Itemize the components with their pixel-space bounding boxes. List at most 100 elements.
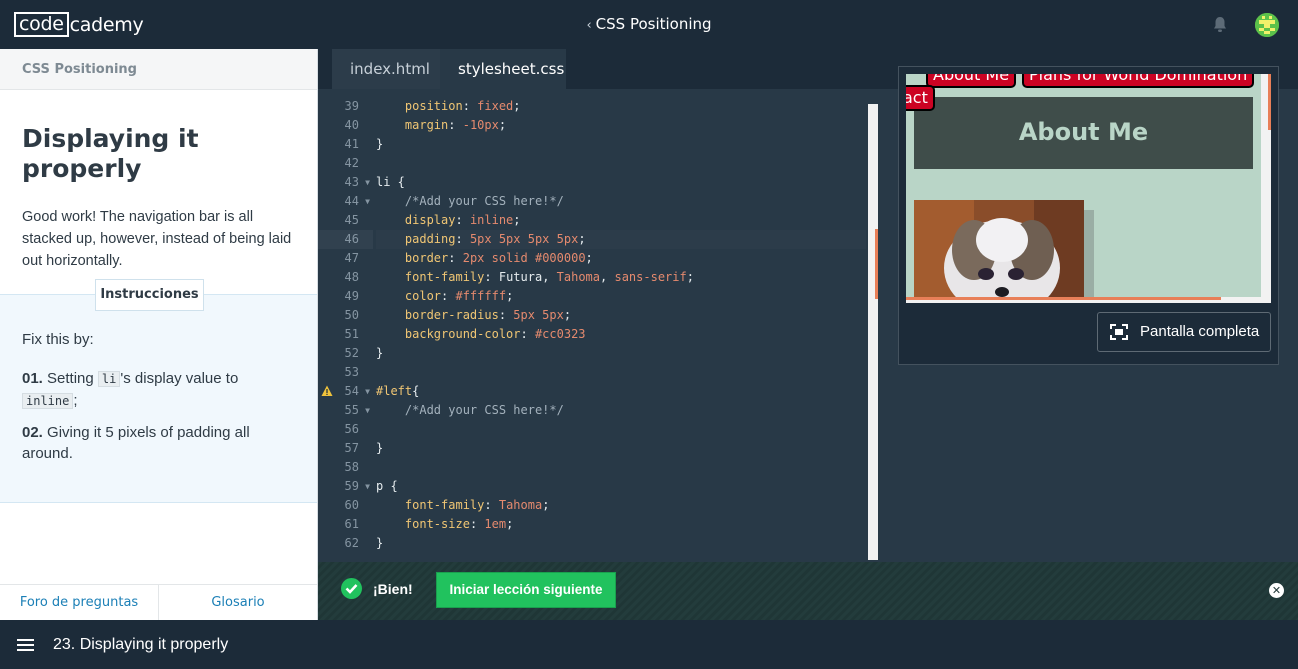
chevron-left-icon: ‹ (586, 18, 592, 33)
next-lesson-button[interactable]: Iniciar lección siguiente (436, 572, 616, 608)
avatar-icon (1255, 13, 1279, 37)
close-icon[interactable]: ✕ (1269, 583, 1284, 598)
breadcrumb[interactable]: ‹ CSS Positioning (0, 15, 1298, 33)
nav-item-contact[interactable]: act (906, 85, 935, 111)
code-line[interactable]: } (376, 135, 866, 154)
avatar[interactable] (1255, 13, 1279, 37)
preview-hscroll-thumb[interactable] (906, 297, 1221, 300)
line-number: 51 (344, 327, 359, 341)
nav-item-about-me[interactable]: About Me (926, 74, 1017, 88)
preview-page: About Me About Me Plans for World Domina… (906, 74, 1261, 302)
fullscreen-label: Pantalla completa (1140, 323, 1260, 340)
check-icon (341, 578, 362, 599)
step-text: 's display value to (120, 370, 239, 387)
fix-intro: Fix this by: (22, 331, 94, 348)
instruction-step-1: 01. Setting li's display value to inline… (22, 368, 295, 412)
line-number: 41 (344, 137, 359, 151)
code-line[interactable]: border-radius: 5px 5px; (376, 306, 866, 325)
lesson-panel: CSS Positioning Displaying it properly G… (0, 49, 318, 620)
preview-panel: About Me About Me Plans for World Domina… (898, 66, 1279, 365)
code-line[interactable]: font-family: Tahoma; (376, 496, 866, 515)
fold-arrow-icon[interactable]: ▼ (365, 192, 370, 211)
line-number: 42 (344, 156, 359, 170)
glossary-link[interactable]: Glosario (159, 585, 317, 620)
step-text: Setting (47, 370, 98, 387)
line-number: 59 ▼ (318, 477, 373, 496)
code-line[interactable] (376, 154, 866, 173)
fold-arrow-icon[interactable]: ▼ (365, 477, 370, 496)
code-line[interactable]: display: inline; (376, 211, 866, 230)
fold-arrow-icon[interactable]: ▼ (365, 401, 370, 420)
line-number: 57 (344, 441, 359, 455)
line-number: 45 (344, 213, 359, 227)
preview-scroll-thumb[interactable] (1268, 74, 1271, 130)
code-line[interactable] (376, 458, 866, 477)
success-bar: ¡Bien! Iniciar lección siguiente ✕ (318, 562, 1298, 620)
code-line[interactable]: margin: -10px; (376, 116, 866, 135)
code-line[interactable]: padding: 5px 5px 5px 5px; (376, 230, 866, 249)
tab-index-html[interactable]: index.html (332, 49, 440, 89)
line-number-label: 54 (344, 384, 359, 398)
line-number: 55 ▼ (318, 401, 373, 420)
code-line[interactable]: font-family: Futura, Tahoma, sans-serif; (376, 268, 866, 287)
lesson-title: Displaying it properly (22, 124, 199, 183)
line-number: 40 (344, 118, 359, 132)
code-line[interactable]: li { (376, 173, 866, 192)
forum-link[interactable]: Foro de preguntas (0, 585, 159, 620)
line-number: 49 (344, 289, 359, 303)
code-editor: index.html stylesheet.css 39 40 41 42 43… (318, 49, 1298, 562)
code-line[interactable]: } (376, 534, 866, 553)
line-number: 62 (344, 536, 359, 550)
code-line[interactable]: } (376, 439, 866, 458)
tab-stylesheet-css[interactable]: stylesheet.css (440, 49, 566, 89)
line-number: 50 (344, 308, 359, 322)
line-number: 61 (344, 517, 359, 531)
code-line[interactable]: position: fixed; (376, 97, 866, 116)
code-line[interactable]: font-size: 1em; (376, 515, 866, 534)
code-line[interactable]: } (376, 344, 866, 363)
instructions-tab[interactable]: Instrucciones (95, 279, 204, 311)
fold-arrow-icon[interactable]: ▼ (365, 382, 370, 401)
code-line[interactable] (376, 363, 866, 382)
line-number: 47 (344, 251, 359, 265)
line-number-label: 44 (344, 194, 359, 208)
line-number: 54 ▼ (318, 382, 373, 401)
hamburger-icon[interactable] (17, 639, 34, 651)
line-number-label: 43 (344, 175, 359, 189)
line-number: 56 (344, 422, 359, 436)
instruction-step-2: 02. Giving it 5 pixels of padding all ar… (22, 422, 295, 464)
bell-icon[interactable] (1212, 16, 1228, 33)
instructions-panel: Instrucciones Fix this by: 01. Setting l… (0, 279, 317, 503)
code-line[interactable]: color: #ffffff; (376, 287, 866, 306)
warning-icon[interactable] (321, 385, 333, 397)
instructions-content: Fix this by: 01. Setting li's display va… (0, 295, 317, 464)
lesson-body: Displaying it properly Good work! The na… (0, 90, 317, 295)
fold-arrow-icon[interactable]: ▼ (365, 173, 370, 192)
editor-scrollbar[interactable] (868, 104, 878, 560)
line-number: 53 (344, 365, 359, 379)
puppy-image (914, 200, 1084, 302)
code-line[interactable]: #left{ (376, 382, 866, 401)
editor-scroll-thumb[interactable] (875, 229, 878, 299)
preview-scrollbar[interactable] (1261, 74, 1271, 302)
image-shadow (1084, 210, 1094, 302)
line-number: 58 (344, 460, 359, 474)
code-line[interactable]: border: 2px solid #000000; (376, 249, 866, 268)
code-line[interactable]: p { (376, 477, 866, 496)
about-me-header: About Me (914, 97, 1253, 169)
step-text: Giving it 5 pixels of padding all around… (22, 424, 250, 462)
code-line[interactable]: /*Add your CSS here!*/ (376, 401, 866, 420)
nav-item-plans[interactable]: Plans for World Domination (1022, 74, 1255, 88)
top-bar: code cademy ‹ CSS Positioning (0, 0, 1298, 49)
code-line[interactable] (376, 420, 866, 439)
preview-horizontal-scrollbar[interactable] (906, 297, 1271, 303)
line-gutter: 39 40 41 42 43 ▼ 44 ▼ 45 46 47 48 49 50 51… (318, 97, 373, 553)
lesson-progress-title[interactable]: 23. Displaying it properly (53, 636, 228, 654)
fullscreen-button[interactable]: Pantalla completa (1097, 312, 1271, 352)
breadcrumb-label: CSS Positioning (595, 15, 712, 33)
preview-frame[interactable]: About Me About Me Plans for World Domina… (906, 74, 1271, 302)
code-line[interactable]: background-color: #cc0323 (376, 325, 866, 344)
lesson-text: Good work! The navigation bar is all sta… (22, 209, 292, 269)
code-area[interactable]: position: fixed; margin: -10px;} li { /*A… (376, 97, 866, 553)
code-line[interactable]: /*Add your CSS here!*/ (376, 192, 866, 211)
